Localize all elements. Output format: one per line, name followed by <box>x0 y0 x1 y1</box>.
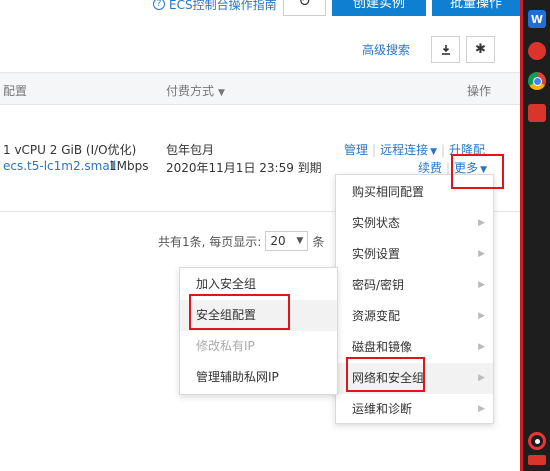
chevron-right-icon: ▶ <box>478 280 485 290</box>
pagination: 共有1条, 每页显示: 20 ▼ 条 <box>158 231 324 251</box>
instance-type-link[interactable]: ecs.t5-lc1m2.small <box>3 159 116 173</box>
taskbar-border <box>520 0 523 471</box>
menu-item-label: 磁盘和镜像 <box>352 340 413 354</box>
menu-item-instance-settings[interactable]: 实例设置 ▶ <box>336 239 493 270</box>
submenu-item-label: 管理辅助私网IP <box>196 370 279 384</box>
menu-item-label: 实例设置 <box>352 247 401 261</box>
menu-item-resource-change[interactable]: 资源变配 ▶ <box>336 301 493 332</box>
header-payment[interactable]: 付费方式 ▼ <box>166 82 225 99</box>
menu-item-label: 密码/密钥 <box>352 278 405 292</box>
submenu-item-modify-private-ip: 修改私有IP <box>180 331 337 362</box>
separator: | <box>446 161 451 175</box>
download-icon <box>441 44 450 55</box>
chevron-right-icon: ▶ <box>478 218 485 228</box>
pay-type: 包年包月 <box>166 143 215 157</box>
help-icon: ? <box>153 0 165 10</box>
separator: | <box>441 143 446 157</box>
menu-item-ops-diagnostics[interactable]: 运维和诊断 ▶ <box>336 394 493 425</box>
caret-down-icon: ▼ <box>218 88 225 98</box>
header-actions: 操作 <box>467 84 492 98</box>
console-guide-link[interactable]: ? ECS控制台操作指南 <box>153 0 277 14</box>
create-instance-button[interactable]: 创建实例 <box>332 0 426 16</box>
pager-summary: 共有1条, 每页显示: <box>158 234 262 249</box>
chevron-right-icon: ▶ <box>478 342 485 352</box>
expiry-time: 2020年11月1日 23:59 到期 <box>166 161 322 175</box>
submenu-item-secondary-private-ip[interactable]: 管理辅助私网IP <box>180 362 337 393</box>
app-icon[interactable] <box>528 42 546 60</box>
taskbar <box>520 0 550 471</box>
app-icon[interactable] <box>528 104 546 122</box>
chevron-right-icon: ▶ <box>478 404 485 414</box>
page-size-select[interactable]: 20 ▼ <box>265 231 309 251</box>
chevron-right-icon: ▶ <box>478 311 485 321</box>
header-payment-label: 付费方式 <box>166 84 215 98</box>
menu-item-instance-status[interactable]: 实例状态 ▶ <box>336 208 493 239</box>
submenu-item-label: 加入安全组 <box>196 277 257 291</box>
submenu-item-label: 修改私有IP <box>196 339 255 353</box>
table-header: 配置 付费方式 ▼ 操作 <box>0 72 520 105</box>
record-icon[interactable] <box>528 432 546 450</box>
app-icon[interactable] <box>528 455 546 465</box>
settings-button[interactable]: ✱ <box>466 36 495 63</box>
ecs-instance-list: ? ECS控制台操作指南 ↻ 创建实例 批量操作 高级搜索 ✱ 配置 付费方式 ▼… <box>0 0 520 471</box>
menu-item-label: 实例状态 <box>352 216 401 230</box>
header-config: 配置 <box>3 84 28 98</box>
menu-item-label: 资源变配 <box>352 309 401 323</box>
chrome-icon[interactable] <box>528 72 546 90</box>
advanced-search-link[interactable]: 高级搜索 <box>362 41 410 58</box>
separator: | <box>372 143 377 157</box>
refresh-icon: ↻ <box>298 0 311 10</box>
manage-link[interactable]: 管理 <box>344 143 368 157</box>
console-guide-label: ECS控制台操作指南 <box>169 0 277 12</box>
caret-down-icon: ▼ <box>296 236 304 246</box>
download-button[interactable] <box>431 36 460 63</box>
wps-writer-icon[interactable]: W <box>528 10 546 28</box>
menu-item-label: 购买相同配置 <box>352 185 425 199</box>
caret-down-icon: ▼ <box>430 147 437 157</box>
menu-item-password-key[interactable]: 密码/密钥 ▶ <box>336 270 493 301</box>
chevron-right-icon: ▶ <box>478 249 485 259</box>
instance-bandwidth: 1Mbps <box>109 159 149 173</box>
chevron-right-icon: ▶ <box>478 373 485 383</box>
remote-connect-label: 远程连接 <box>380 143 429 157</box>
network-submenu: 加入安全组 安全组配置 修改私有IP 管理辅助私网IP <box>179 267 338 395</box>
menu-item-label: 运维和诊断 <box>352 402 413 416</box>
renew-link[interactable]: 续费 <box>418 161 442 175</box>
batch-operation-button[interactable]: 批量操作 <box>432 0 520 16</box>
refresh-button[interactable]: ↻ <box>283 0 326 16</box>
page-size-value: 20 <box>270 234 286 248</box>
gear-icon: ✱ <box>475 42 486 57</box>
highlight-box-network-security-group <box>346 357 425 392</box>
highlight-box-security-group-config <box>189 294 290 330</box>
highlight-box-more <box>451 154 504 189</box>
instance-spec: 1 vCPU 2 GiB (I/O优化) <box>3 143 137 157</box>
remote-connect-link[interactable]: 远程连接 ▼ <box>380 143 437 157</box>
pager-unit: 条 <box>312 234 325 249</box>
